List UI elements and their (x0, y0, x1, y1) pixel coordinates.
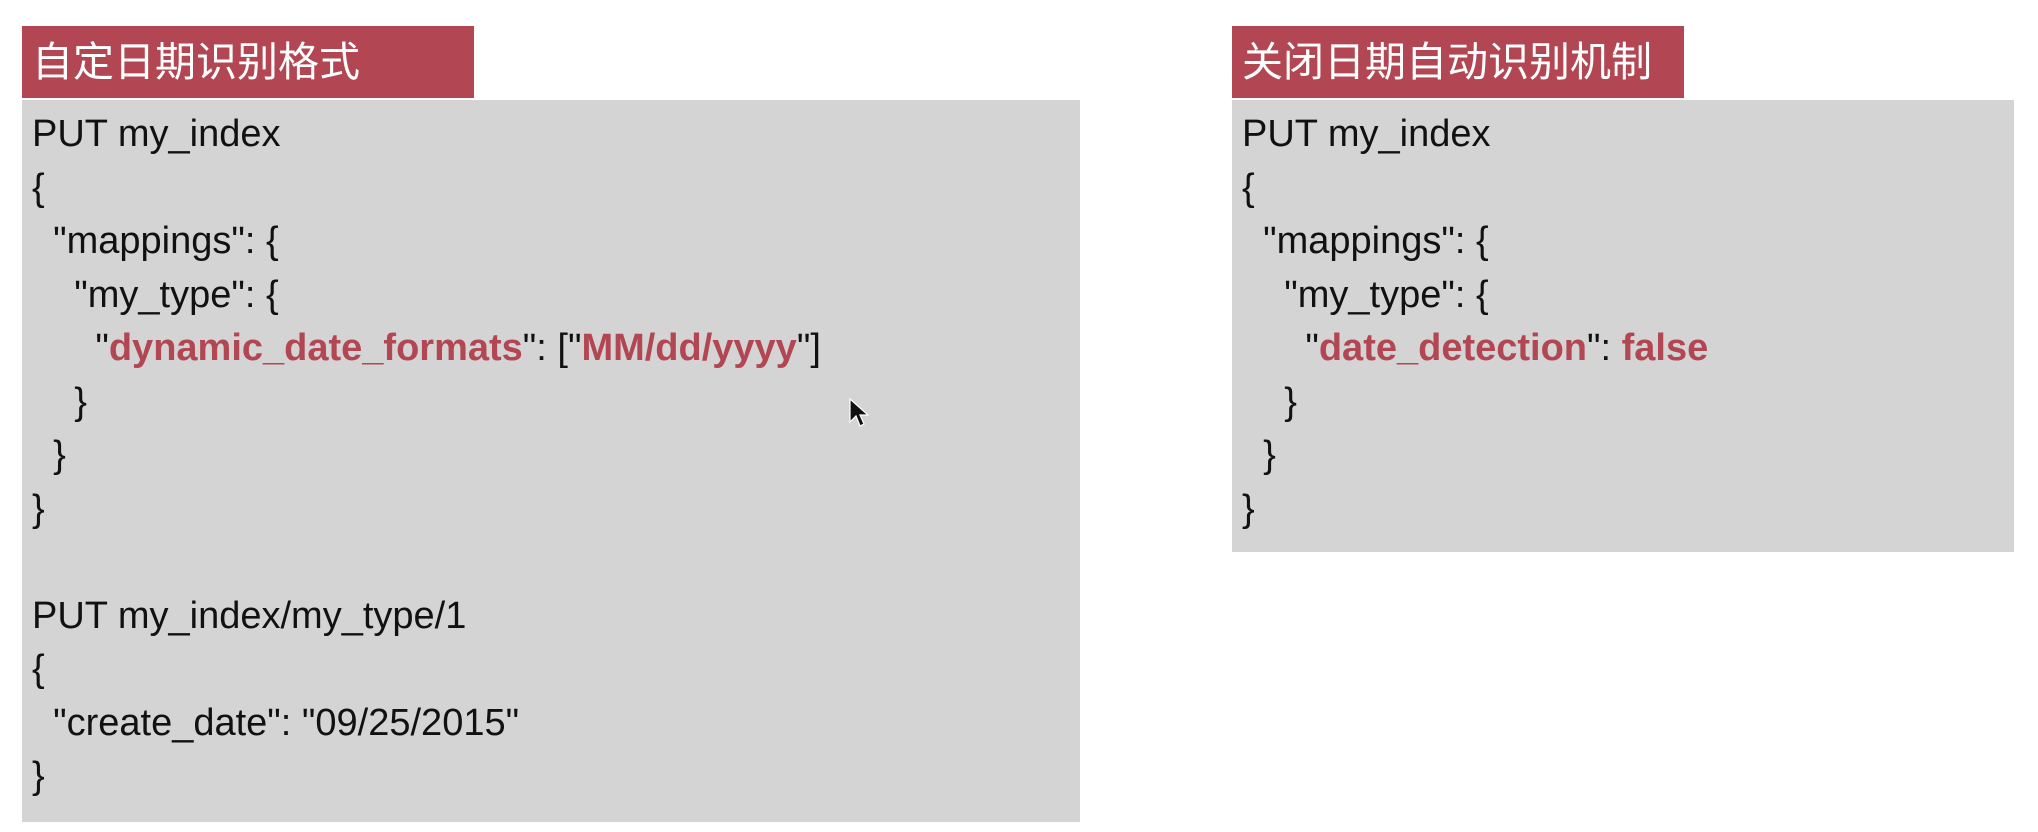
code-token: "] (796, 327, 821, 369)
disable-date-detection-title: 关闭日期自动识别机制 (1232, 26, 1684, 98)
code-line: } (32, 434, 66, 476)
code-line: } (1242, 487, 1255, 530)
date-format-value: MM/dd/yyyy (581, 327, 797, 369)
code-line: PUT my_index (1242, 113, 1491, 155)
code-line: } (32, 487, 45, 530)
code-line: "my_type": { (1242, 273, 1489, 316)
code-line: "create_date": "09/25/2015" (32, 701, 520, 744)
code-line: } (1242, 380, 1297, 423)
code-line: } (32, 755, 45, 797)
slide: 自定日期识别格式 PUT my_index { "mappings": { "m… (0, 0, 2038, 832)
disable-date-detection-code-block: PUT my_index { "mappings": { "my_type": … (1232, 100, 2014, 552)
code-token: ": (1587, 327, 1622, 369)
mouse-pointer-icon (849, 398, 869, 427)
code-line: } (1242, 434, 1276, 476)
code-line-date-detection: "date_detection": false (1242, 322, 2014, 376)
code-line: } (32, 380, 87, 423)
code-line: { (32, 648, 45, 690)
date-detection-key: date_detection (1318, 327, 1588, 369)
code-token: " (1242, 327, 1319, 369)
code-line: PUT my_index/my_type/1 (32, 594, 467, 637)
date-detection-value: false (1621, 327, 1709, 369)
code-line: { (1242, 166, 1255, 209)
code-line: PUT my_index (32, 113, 281, 155)
code-line: "mappings": { (32, 220, 279, 262)
code-token: " (32, 327, 109, 369)
code-line-dynamic-date-formats: "dynamic_date_formats": ["MM/dd/yyyy"] (32, 322, 1080, 376)
code-line: "mappings": { (1242, 220, 1489, 262)
code-line: { (32, 166, 45, 209)
code-token: ": [" (522, 327, 582, 369)
custom-date-format-code-block: PUT my_index { "mappings": { "my_type": … (22, 100, 1080, 822)
custom-date-format-title: 自定日期识别格式 (22, 26, 474, 98)
code-line: "my_type": { (32, 273, 279, 316)
dynamic-date-formats-key: dynamic_date_formats (108, 327, 523, 369)
